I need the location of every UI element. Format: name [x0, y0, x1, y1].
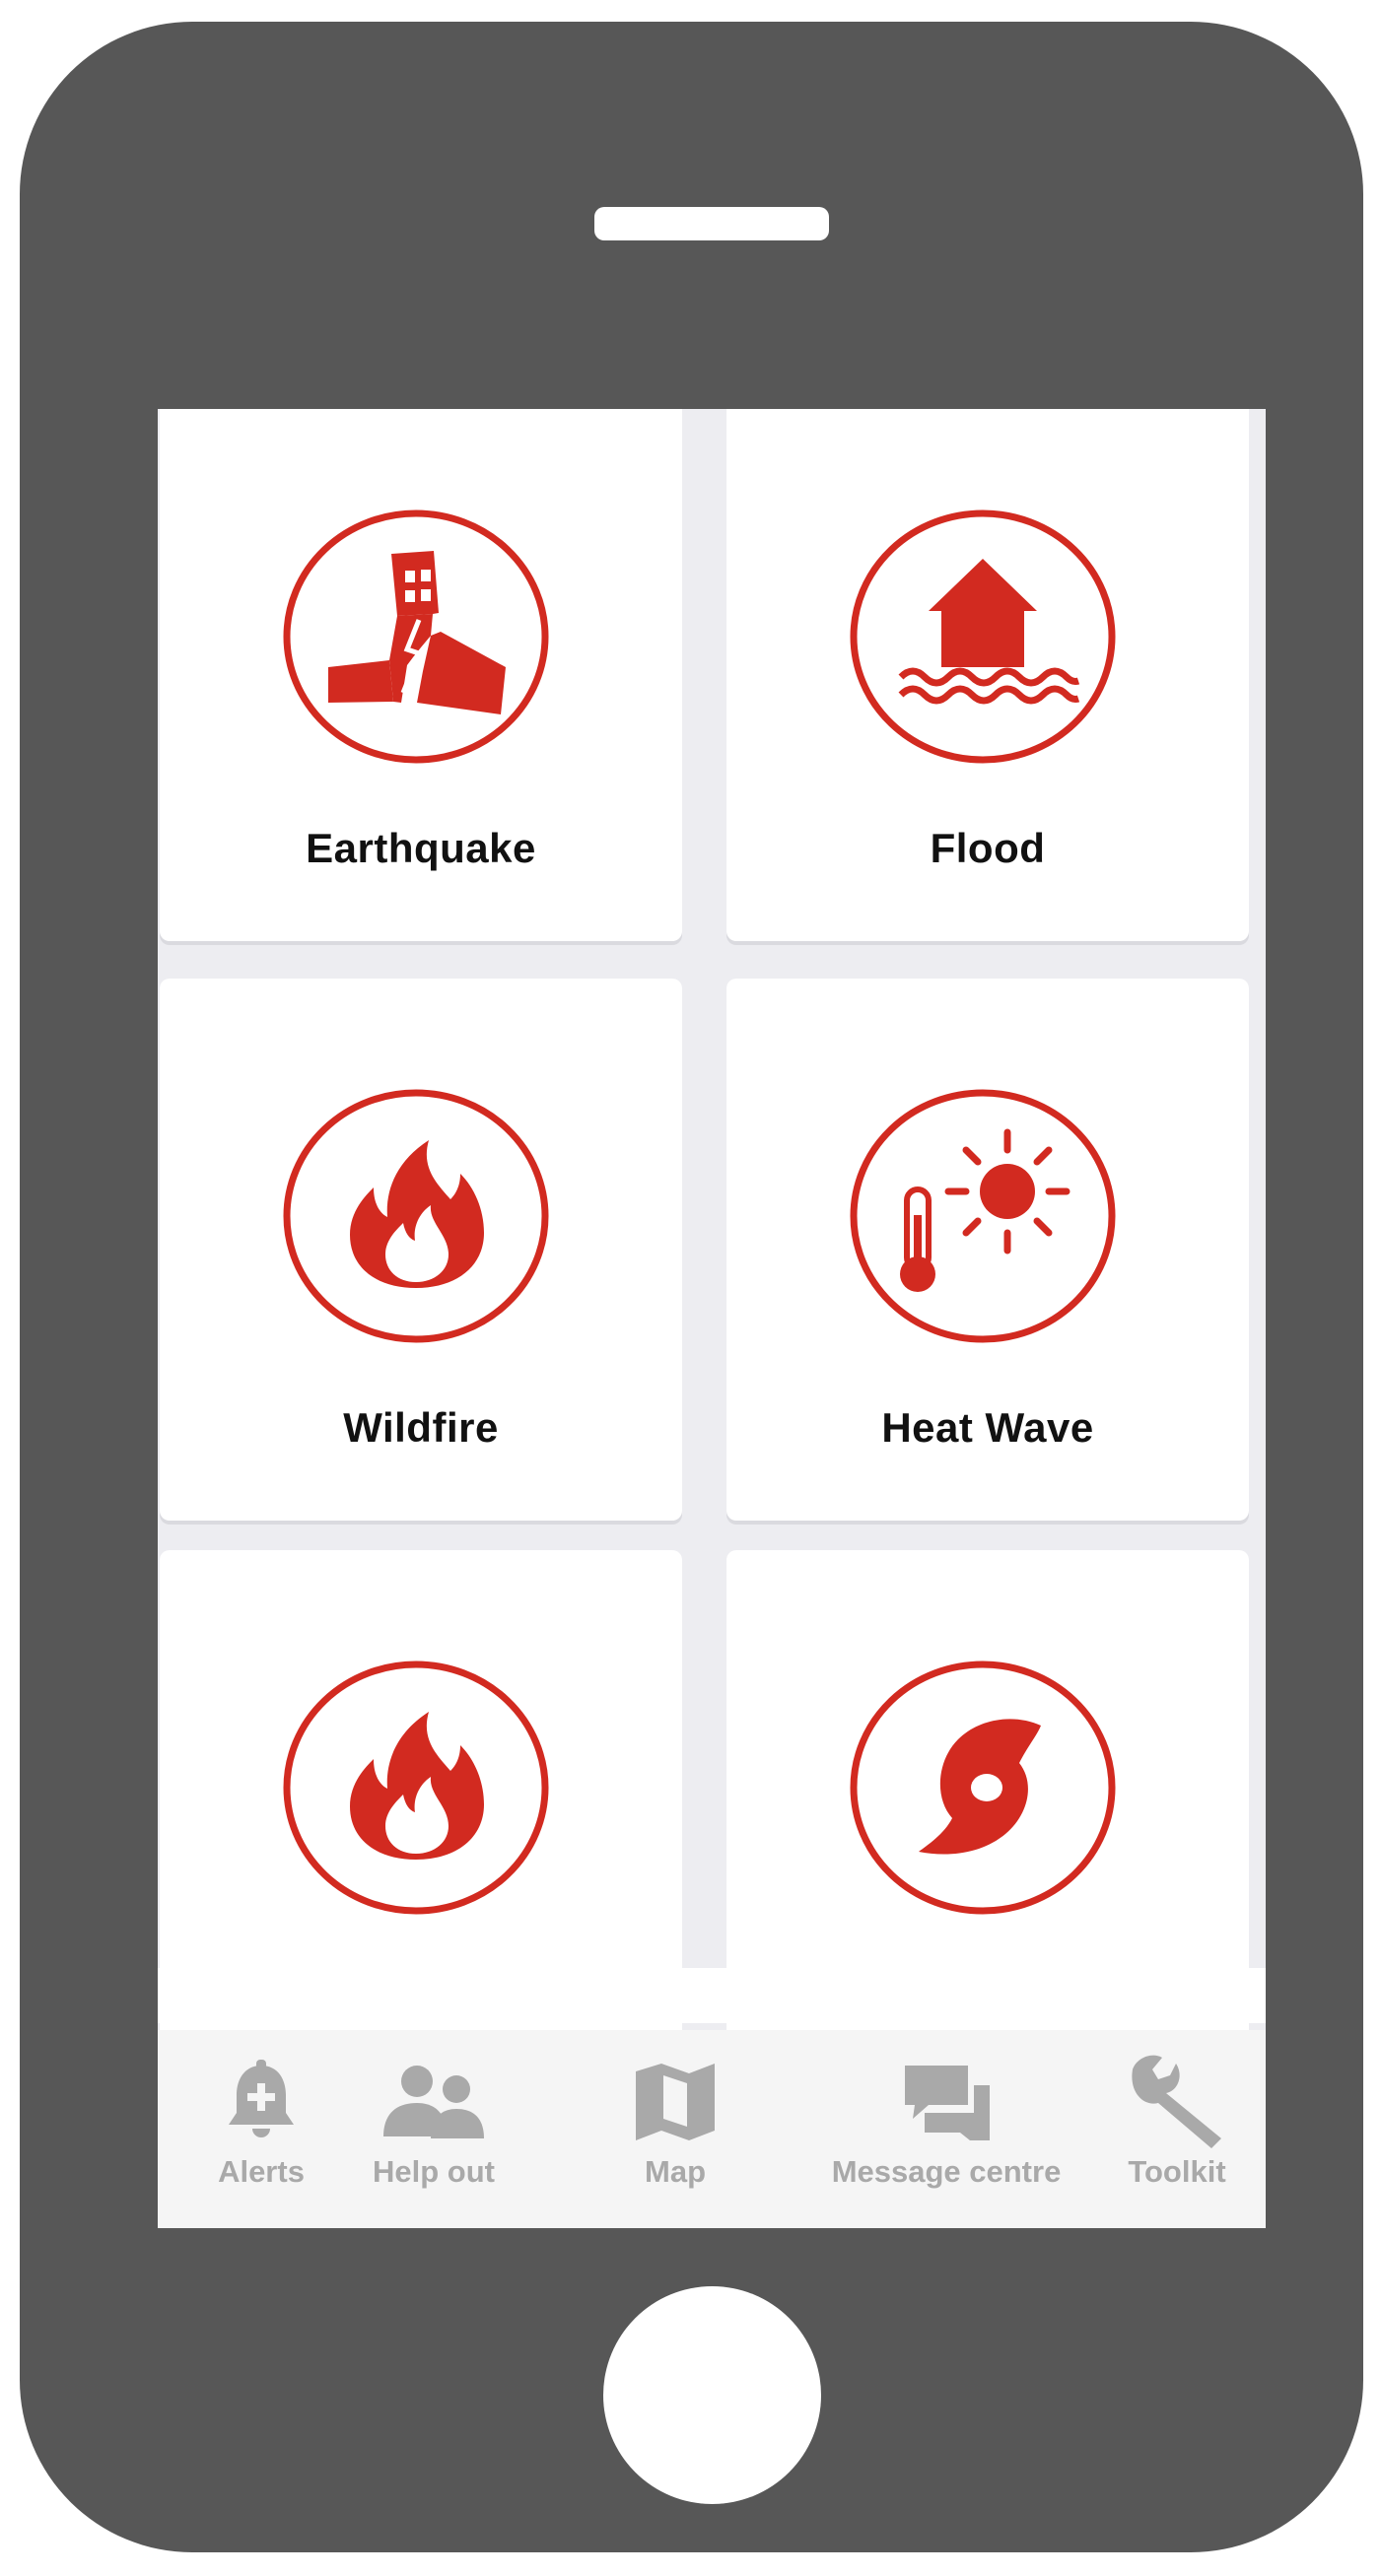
hazard-card-flood[interactable]: Flood	[726, 409, 1249, 941]
tab-help-out[interactable]: Help out	[330, 2030, 537, 2228]
hazard-label: Heat Wave	[881, 1404, 1094, 1451]
tab-map[interactable]: Map	[601, 2030, 749, 2228]
tab-label: Map	[645, 2154, 706, 2189]
flood-icon	[850, 509, 1116, 764]
wrench-icon	[1132, 2055, 1221, 2148]
tab-message-centre[interactable]: Message centre	[823, 2030, 1070, 2228]
hazard-card-wildfire[interactable]: Wildfire	[160, 979, 682, 1521]
hazard-card-earthquake[interactable]: Earthquake	[160, 409, 682, 941]
hazard-card-heat-wave[interactable]: Heat Wave	[726, 979, 1249, 1521]
tab-label: Message centre	[831, 2154, 1062, 2189]
hurricane-icon	[850, 1661, 1116, 1915]
phone-frame: Earthquake Flood Wildfire Heat Wave Aler…	[20, 22, 1363, 2552]
bottom-tab-bar: Alerts Help out Map Message centre Toolk…	[158, 2030, 1266, 2228]
tab-label: Toolkit	[1128, 2154, 1226, 2189]
tab-toolkit[interactable]: Toolkit	[1088, 2030, 1266, 2228]
hazard-label: Wildfire	[343, 1404, 499, 1451]
map-icon	[636, 2064, 715, 2140]
hazard-label: Flood	[930, 825, 1046, 871]
phone-speaker	[594, 207, 829, 240]
home-button[interactable]	[603, 2286, 821, 2504]
app-screen: Earthquake Flood Wildfire Heat Wave Aler…	[158, 409, 1266, 2228]
tab-label: Help out	[373, 2154, 495, 2189]
fire-icon	[283, 1661, 549, 1915]
bell-plus-icon	[229, 2060, 294, 2137]
earthquake-icon	[283, 509, 549, 764]
hazard-label: Earthquake	[306, 825, 536, 871]
chat-bubbles-icon	[905, 2066, 990, 2140]
people-icon	[383, 2066, 484, 2138]
content-bottom-edge	[158, 1968, 1266, 2023]
heat-wave-icon	[850, 1089, 1116, 1343]
wildfire-icon	[283, 1089, 549, 1343]
